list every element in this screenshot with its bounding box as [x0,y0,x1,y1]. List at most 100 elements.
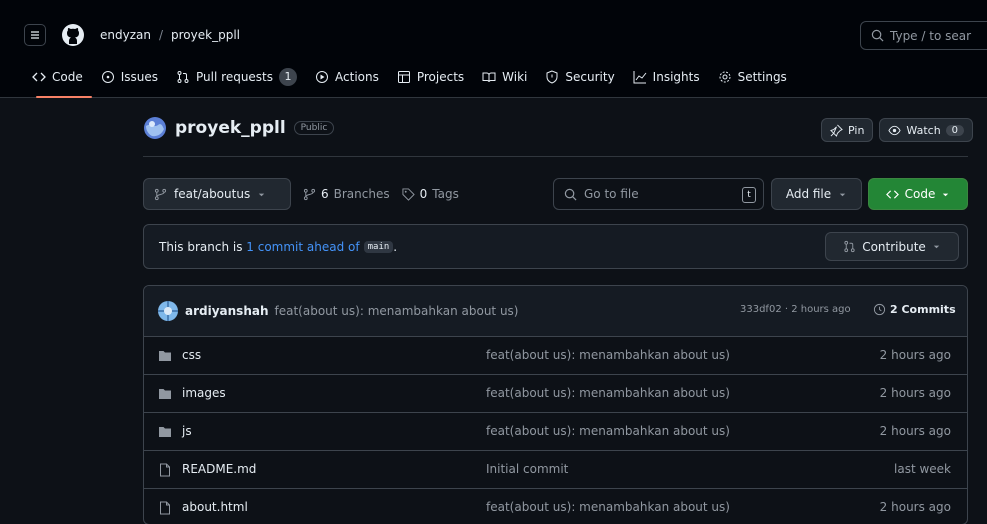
file-time: 2 hours ago [879,386,951,400]
site-header: endyzan / proyek_ppll Type / to sear Cod… [0,0,987,98]
code-button[interactable]: Code [868,178,968,210]
branch-status-suffix: . [393,239,398,254]
table-icon [397,71,410,83]
gear-icon [719,71,731,83]
pin-button[interactable]: Pin [821,118,874,142]
tab-label: Wiki [502,70,528,84]
avatar[interactable] [158,301,178,321]
tags-link[interactable]: 0 Tags [402,187,459,201]
menu-icon[interactable] [24,24,46,46]
tab-code[interactable]: Code [0,62,92,98]
branches-link[interactable]: 6 Branches [303,187,390,201]
repo-title: proyek_ppll Public [143,116,335,140]
tags-label: Tags [432,187,459,201]
tab-label: Insights [652,70,700,84]
tab-issues[interactable]: Issues [92,62,167,92]
list-item[interactable]: images feat(about us): menambahkan about… [144,375,967,413]
graph-icon [633,71,647,84]
commits-link[interactable]: 2 Commits [873,303,956,316]
search-icon [564,188,577,200]
pull-request-icon [177,71,189,83]
history-icon [873,303,886,316]
file-commit-message[interactable]: feat(about us): menambahkan about us) [486,348,730,362]
folder-icon [159,389,171,399]
branch-icon [303,188,316,200]
file-commit-message[interactable]: feat(about us): menambahkan about us) [486,500,730,514]
watch-label: Watch [906,123,941,137]
list-item[interactable]: css feat(about us): menambahkan about us… [144,337,967,375]
list-item[interactable]: about.html feat(about us): menambahkan a… [144,489,967,524]
github-logo-icon[interactable] [61,23,85,47]
branch-name: feat/aboutus [174,187,251,201]
tab-label: Settings [737,70,787,84]
topbar: endyzan / proyek_ppll [24,20,240,50]
list-item[interactable]: js feat(about us): menambahkan about us)… [144,413,967,451]
repo-header: proyek_ppll Public Pin Watch 0 [143,113,974,157]
tag-icon [402,187,415,201]
shield-icon [546,70,558,84]
repo-actions: Pin Watch 0 [821,118,974,142]
tab-projects[interactable]: Projects [388,62,473,92]
file-time: 2 hours ago [879,500,951,514]
tab-settings[interactable]: Settings [709,62,796,92]
pin-icon [830,124,843,137]
base-branch: main [363,240,394,253]
book-icon [482,72,496,83]
shortcut-key: t [742,187,756,203]
file-time: 2 hours ago [879,424,951,438]
file-commit-message[interactable]: Initial commit [486,462,568,476]
branch-icon [154,188,167,200]
contribute-button[interactable]: Contribute [825,232,959,261]
repo-name[interactable]: proyek_ppll [175,118,286,138]
branch-status-box: This branch is 1 commit ahead of main. Co… [143,224,968,269]
pull-request-icon [844,240,855,253]
pin-label: Pin [848,123,865,137]
tab-label: Issues [120,70,159,84]
tab-insights[interactable]: Insights [624,62,709,92]
commit-message[interactable]: feat(about us): menambahkan about us) [275,304,519,318]
ahead-link[interactable]: 1 commit ahead of [246,240,359,254]
go-to-file-placeholder: Go to file [584,187,639,201]
owner-link[interactable]: endyzan [100,28,151,42]
file-name[interactable]: css [182,348,201,362]
chevron-down-icon [933,245,939,249]
folder-icon [159,351,171,361]
code-icon [885,189,899,199]
file-controls: feat/aboutus 6 Branches 0 Tags Go to fil… [143,178,968,210]
commit-author[interactable]: ardiyanshah [185,304,269,318]
list-item[interactable]: README.md Initial commit last week [144,451,967,489]
code-icon [32,72,46,82]
repo-link[interactable]: proyek_ppll [171,28,240,42]
github-repo-page: endyzan / proyek_ppll Type / to sear Cod… [0,0,987,524]
file-commit-message[interactable]: feat(about us): menambahkan about us) [486,386,730,400]
go-to-file-input[interactable]: Go to file t [553,178,764,210]
search-input[interactable]: Type / to sear [860,21,987,50]
add-file-button[interactable]: Add file [771,178,862,210]
breadcrumb-separator: / [158,28,164,42]
tags-count: 0 [419,187,428,201]
repo-nav: Code Issues Pull requests 1 Actions Proj… [0,62,796,98]
repo-meta: 6 Branches 0 Tags [303,178,459,210]
tab-label: Actions [335,70,379,84]
watch-count: 0 [945,124,965,136]
commit-hash-time[interactable]: 333df02 · 2 hours ago [740,304,851,315]
add-file-label: Add file [785,187,832,201]
search-icon [871,29,884,42]
file-time: last week [894,462,951,476]
breadcrumb: endyzan / proyek_ppll [100,28,240,42]
watch-button[interactable]: Watch 0 [879,118,974,142]
contribute-label: Contribute [862,239,926,254]
branches-count: 6 [321,187,329,201]
file-name[interactable]: js [182,424,192,438]
tab-pull-requests[interactable]: Pull requests 1 [167,62,306,92]
branch-selector[interactable]: feat/aboutus [143,178,291,210]
tab-security[interactable]: Security [536,62,623,92]
file-name[interactable]: images [182,386,226,400]
tab-wiki[interactable]: Wiki [473,62,536,92]
file-commit-message[interactable]: feat(about us): menambahkan about us) [486,424,730,438]
file-name[interactable]: about.html [182,500,248,514]
tab-actions[interactable]: Actions [306,62,388,92]
visibility-badge: Public [293,121,335,135]
chevron-down-icon [943,193,949,196]
file-name[interactable]: README.md [182,462,256,476]
